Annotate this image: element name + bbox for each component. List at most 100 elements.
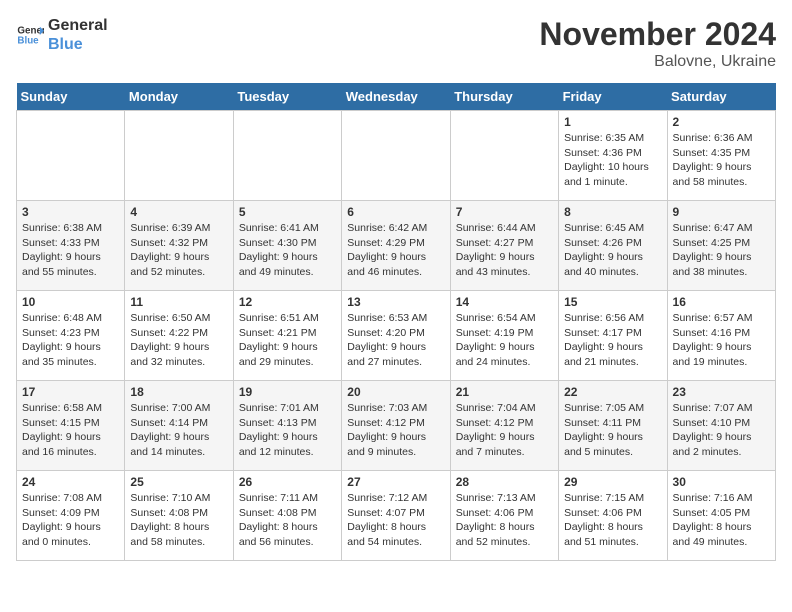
page-title: November 2024 [539, 16, 776, 53]
day-number: 14 [456, 295, 553, 309]
day-content: Sunrise: 6:41 AM [239, 221, 336, 236]
day-content: Daylight: 8 hours and 51 minutes. [564, 520, 661, 549]
day-content: Daylight: 9 hours and 0 minutes. [22, 520, 119, 549]
calendar-cell [342, 111, 450, 201]
day-content: Sunrise: 6:39 AM [130, 221, 227, 236]
day-content: Sunrise: 7:01 AM [239, 401, 336, 416]
day-content: Sunset: 4:35 PM [673, 146, 770, 161]
day-content: Daylight: 8 hours and 52 minutes. [456, 520, 553, 549]
calendar-cell: 5Sunrise: 6:41 AMSunset: 4:30 PMDaylight… [233, 201, 341, 291]
day-content: Sunrise: 7:07 AM [673, 401, 770, 416]
calendar-cell [233, 111, 341, 201]
calendar-cell: 24 Sunrise: 7:08 AMSunset: 4:09 PMDayligh… [17, 471, 125, 561]
day-content: Sunrise: 6:47 AM [673, 221, 770, 236]
calendar-cell: 29Sunrise: 7:15 AMSunset: 4:06 PMDayligh… [559, 471, 667, 561]
day-content: Sunset: 4:09 PM [22, 506, 119, 521]
day-number: 30 [673, 475, 770, 489]
day-number: 21 [456, 385, 553, 399]
logo-general: General [48, 16, 108, 35]
day-content: Sunrise: 6:56 AM [564, 311, 661, 326]
logo-blue: Blue [48, 35, 108, 54]
calendar-week-5: 24Sunrise: 7:08 AMSunset: 4:09 PMDayligh… [17, 471, 776, 561]
day-number: 2 [673, 115, 770, 129]
calendar-cell: 2Sunrise: 6:36 AMSunset: 4:35 PMDaylight… [667, 111, 775, 201]
day-number: 19 [239, 385, 336, 399]
day-header-wednesday: Wednesday [342, 83, 450, 111]
day-number: 26 [239, 475, 336, 489]
calendar-table: SundayMondayTuesdayWednesdayThursdayFrid… [16, 83, 776, 561]
day-content: Sunrise: 7:05 AM [564, 401, 661, 416]
calendar-cell: 10Sunrise: 6:48 AMSunset: 4:23 PMDayligh… [17, 291, 125, 381]
day-content: Sunset: 4:16 PM [673, 326, 770, 341]
day-number: 6 [347, 205, 444, 219]
day-content: Sunrise: 7:13 AM [456, 491, 553, 506]
day-content: Daylight: 9 hours and 35 minutes. [22, 340, 119, 369]
calendar-cell: 27Sunrise: 7:12 AMSunset: 4:07 PMDayligh… [342, 471, 450, 561]
day-number: 27 [347, 475, 444, 489]
day-number: 11 [130, 295, 227, 309]
calendar-cell [17, 111, 125, 201]
day-content: Daylight: 10 hours and 1 minute. [564, 160, 661, 189]
day-number: 17 [22, 385, 119, 399]
day-content: Sunset: 4:19 PM [456, 326, 553, 341]
calendar-body: 1Sunrise: 6:35 AMSunset: 4:36 PMDaylight… [17, 111, 776, 561]
calendar-week-2: 3Sunrise: 6:38 AMSunset: 4:33 PMDaylight… [17, 201, 776, 291]
day-content: Daylight: 9 hours and 27 minutes. [347, 340, 444, 369]
day-content: Sunset: 4:11 PM [564, 416, 661, 431]
calendar-cell: 3Sunrise: 6:38 AMSunset: 4:33 PMDaylight… [17, 201, 125, 291]
day-header-saturday: Saturday [667, 83, 775, 111]
calendar-cell: 30Sunrise: 7:16 AMSunset: 4:05 PMDayligh… [667, 471, 775, 561]
day-content: Sunrise: 6:38 AM [22, 221, 119, 236]
day-content: Sunset: 4:33 PM [22, 236, 119, 251]
day-content: Sunset: 4:27 PM [456, 236, 553, 251]
day-content: Sunrise: 6:42 AM [347, 221, 444, 236]
day-content: Daylight: 9 hours and 24 minutes. [456, 340, 553, 369]
day-content: Sunset: 4:20 PM [347, 326, 444, 341]
day-number: 9 [673, 205, 770, 219]
calendar-cell: 8Sunrise: 6:45 AMSunset: 4:26 PMDaylight… [559, 201, 667, 291]
day-content: Sunrise: 6:53 AM [347, 311, 444, 326]
calendar-week-3: 10Sunrise: 6:48 AMSunset: 4:23 PMDayligh… [17, 291, 776, 381]
day-number: 23 [673, 385, 770, 399]
calendar-cell: 9Sunrise: 6:47 AMSunset: 4:25 PMDaylight… [667, 201, 775, 291]
day-content: Sunrise: 6:36 AM [673, 131, 770, 146]
day-content: Sunset: 4:32 PM [130, 236, 227, 251]
calendar-cell: 20Sunrise: 7:03 AMSunset: 4:12 PMDayligh… [342, 381, 450, 471]
day-content: Daylight: 9 hours and 32 minutes. [130, 340, 227, 369]
day-number: 12 [239, 295, 336, 309]
logo-icon: General Blue [16, 21, 44, 49]
day-number: 22 [564, 385, 661, 399]
calendar-cell: 7Sunrise: 6:44 AMSunset: 4:27 PMDaylight… [450, 201, 558, 291]
day-content: Daylight: 9 hours and 16 minutes. [22, 430, 119, 459]
svg-text:Blue: Blue [17, 36, 39, 47]
day-number: 4 [130, 205, 227, 219]
page-subtitle: Balovne, Ukraine [539, 53, 776, 71]
day-content: Sunrise: 7:04 AM [456, 401, 553, 416]
day-number: 20 [347, 385, 444, 399]
day-content: Daylight: 9 hours and 2 minutes. [673, 430, 770, 459]
day-content: Sunset: 4:22 PM [130, 326, 227, 341]
day-content: Sunset: 4:13 PM [239, 416, 336, 431]
day-content: Daylight: 9 hours and 5 minutes. [564, 430, 661, 459]
day-content: Sunrise: 6:57 AM [673, 311, 770, 326]
day-content: Sunset: 4:23 PM [22, 326, 119, 341]
day-content: Sunrise: 7:08 AM [22, 491, 119, 506]
day-content: Sunrise: 6:54 AM [456, 311, 553, 326]
day-content: Sunrise: 6:44 AM [456, 221, 553, 236]
day-content: Sunrise: 6:48 AM [22, 311, 119, 326]
calendar-cell: 17Sunrise: 6:58 AMSunset: 4:15 PMDayligh… [17, 381, 125, 471]
day-content: Sunrise: 6:35 AM [564, 131, 661, 146]
day-content: Daylight: 9 hours and 29 minutes. [239, 340, 336, 369]
calendar-cell: 1Sunrise: 6:35 AMSunset: 4:36 PMDaylight… [559, 111, 667, 201]
day-content: Daylight: 9 hours and 46 minutes. [347, 250, 444, 279]
calendar-cell: 4 Sunrise: 6:39 AMSunset: 4:32 PMDaylight… [125, 201, 233, 291]
day-number: 1 [564, 115, 661, 129]
day-content: Sunset: 4:29 PM [347, 236, 444, 251]
day-content: Sunrise: 6:45 AM [564, 221, 661, 236]
calendar-header-row: SundayMondayTuesdayWednesdayThursdayFrid… [17, 83, 776, 111]
calendar-cell: 11Sunrise: 6:50 AMSunset: 4:22 PMDayligh… [125, 291, 233, 381]
day-number: 24 [22, 475, 119, 489]
day-content: Daylight: 9 hours and 52 minutes. [130, 250, 227, 279]
day-number: 16 [673, 295, 770, 309]
day-content: Daylight: 9 hours and 19 minutes. [673, 340, 770, 369]
